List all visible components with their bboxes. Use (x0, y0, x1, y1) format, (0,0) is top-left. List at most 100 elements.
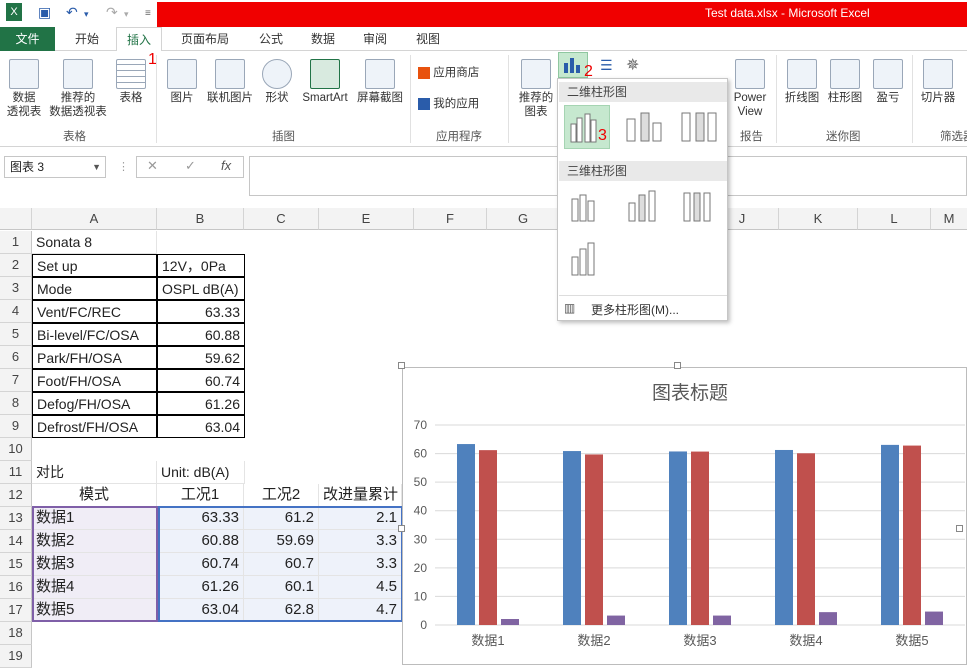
resize-handle[interactable] (398, 362, 405, 369)
row-header[interactable]: 18 (0, 622, 32, 645)
enter-icon[interactable]: ✓ (185, 158, 196, 174)
column-header-l[interactable]: L (858, 208, 931, 230)
cell-a7[interactable]: Foot/FH/OSA (32, 369, 157, 392)
table-cell[interactable]: 63.33 (157, 507, 244, 530)
pivot-table-button[interactable]: 数据 透视表 (4, 59, 44, 119)
app-store-button[interactable]: 应用商店 (418, 66, 479, 80)
screenshot-button[interactable]: 屏幕截图 (354, 59, 406, 105)
column-header-e[interactable]: E (319, 208, 414, 230)
cell-b5[interactable]: 60.88 (157, 323, 245, 346)
row-header[interactable]: 9 (0, 415, 32, 438)
tab-page-layout[interactable]: 页面布局 (170, 27, 240, 51)
table-cell[interactable]: 3.3 (319, 553, 402, 576)
tab-file[interactable]: 文件 (0, 27, 55, 51)
table-cell[interactable]: 61.26 (157, 576, 244, 599)
cell-b6[interactable]: 59.62 (157, 346, 245, 369)
cell-a9[interactable]: Defrost/FH/OSA (32, 415, 157, 438)
slicer-button[interactable]: 切片器 (918, 59, 958, 105)
row-header[interactable]: 13 (0, 507, 32, 530)
cell-a5[interactable]: Bi-level/FC/OSA (32, 323, 157, 346)
row-header[interactable]: 17 (0, 599, 32, 622)
sparkline-column-button[interactable]: 柱形图 (825, 59, 865, 105)
row-header[interactable]: 10 (0, 438, 32, 461)
column-header-a[interactable]: A (32, 208, 157, 230)
tab-data[interactable]: 数据 (300, 27, 346, 51)
cell-b4[interactable]: 63.33 (157, 300, 245, 323)
cancel-icon[interactable]: ✕ (147, 158, 158, 174)
cell-b11[interactable]: Unit: dB(A) (157, 461, 245, 484)
resize-handle[interactable] (398, 525, 405, 532)
redo-dropdown-icon[interactable]: ▾ (124, 9, 129, 20)
more-column-charts-item[interactable]: ▥ 更多柱形图(M)... (559, 295, 727, 319)
cell-c12[interactable]: 工况2 (244, 484, 319, 507)
table-cell[interactable]: 数据4 (32, 576, 157, 599)
resize-handle[interactable] (674, 362, 681, 369)
table-cell[interactable]: 数据1 (32, 507, 157, 530)
name-box[interactable]: 图表 3 ▼ (4, 156, 106, 178)
3d-stacked-column-option[interactable] (621, 185, 667, 229)
cell-b8[interactable]: 61.26 (157, 392, 245, 415)
column-header-k[interactable]: K (779, 208, 858, 230)
table-cell[interactable]: 2.1 (319, 507, 402, 530)
column-header-b[interactable]: B (157, 208, 244, 230)
radar-chart-icon[interactable]: ✵ (626, 55, 639, 75)
save-icon[interactable]: ▣ (38, 4, 51, 21)
insert-function-icon[interactable]: fx (221, 158, 231, 173)
cell-b3[interactable]: OSPL dB(A) (157, 277, 245, 300)
table-cell[interactable]: 60.74 (157, 553, 244, 576)
table-cell[interactable]: 60.88 (157, 530, 244, 553)
cell-a6[interactable]: Park/FH/OSA (32, 346, 157, 369)
table-cell[interactable]: 4.7 (319, 599, 402, 622)
drag-handle-icon[interactable]: ⋮ (118, 160, 129, 173)
row-header[interactable]: 15 (0, 553, 32, 576)
table-cell[interactable]: 数据3 (32, 553, 157, 576)
row-header[interactable]: 14 (0, 530, 32, 553)
recommended-pivot-button[interactable]: 推荐的 数据透视表 (46, 59, 110, 119)
3d-percent-column-option[interactable] (676, 185, 722, 229)
smartart-button[interactable]: SmartArt (298, 59, 352, 105)
3d-clustered-column-option[interactable] (564, 185, 610, 229)
percent-stacked-column-option[interactable] (676, 105, 722, 149)
sparkline-line-button[interactable]: 折线图 (782, 59, 822, 105)
tab-review[interactable]: 审阅 (352, 27, 398, 51)
table-cell[interactable]: 数据2 (32, 530, 157, 553)
undo-dropdown-icon[interactable]: ▾ (84, 9, 89, 20)
sparkline-winloss-button[interactable]: 盈亏 (868, 59, 908, 105)
cell-b12[interactable]: 工况1 (157, 484, 244, 507)
table-cell[interactable]: 59.69 (244, 530, 319, 553)
row-header[interactable]: 2 (0, 254, 32, 277)
bar-chart-icon[interactable]: ☰ (600, 57, 613, 74)
tab-home[interactable]: 开始 (62, 27, 112, 51)
cell-a3[interactable]: Mode (32, 277, 157, 300)
table-cell[interactable]: 4.5 (319, 576, 402, 599)
row-header[interactable]: 4 (0, 300, 32, 323)
table-button[interactable]: 表格 (114, 59, 148, 105)
table-cell[interactable]: 数据5 (32, 599, 157, 622)
table-cell[interactable]: 63.04 (157, 599, 244, 622)
table-cell[interactable]: 60.1 (244, 576, 319, 599)
row-header[interactable]: 12 (0, 484, 32, 507)
cell-a2[interactable]: Set up (32, 254, 157, 277)
row-header[interactable]: 11 (0, 461, 32, 484)
tab-insert[interactable]: 插入 (116, 27, 162, 52)
row-header[interactable]: 7 (0, 369, 32, 392)
select-all-corner[interactable] (0, 208, 32, 230)
row-header[interactable]: 3 (0, 277, 32, 300)
cell-b2[interactable]: 12V，0Pa (157, 254, 245, 277)
tab-view[interactable]: 视图 (405, 27, 451, 51)
stacked-column-option[interactable] (621, 105, 667, 149)
table-cell[interactable]: 62.8 (244, 599, 319, 622)
my-apps-button[interactable]: 我的应用 (418, 97, 479, 111)
cell-a12[interactable]: 模式 (32, 484, 157, 507)
name-box-dropdown-icon[interactable]: ▼ (92, 157, 101, 177)
row-header[interactable]: 1 (0, 231, 32, 254)
column-header-g[interactable]: G (487, 208, 560, 230)
table-cell[interactable]: 60.7 (244, 553, 319, 576)
cell-a11[interactable]: 对比 (32, 461, 157, 484)
resize-handle[interactable] (956, 525, 963, 532)
table-cell[interactable]: 3.3 (319, 530, 402, 553)
cell-b9[interactable]: 63.04 (157, 415, 245, 438)
customize-qat-icon[interactable]: ≡ (145, 8, 151, 19)
row-header[interactable]: 8 (0, 392, 32, 415)
picture-button[interactable]: 图片 (166, 59, 198, 105)
